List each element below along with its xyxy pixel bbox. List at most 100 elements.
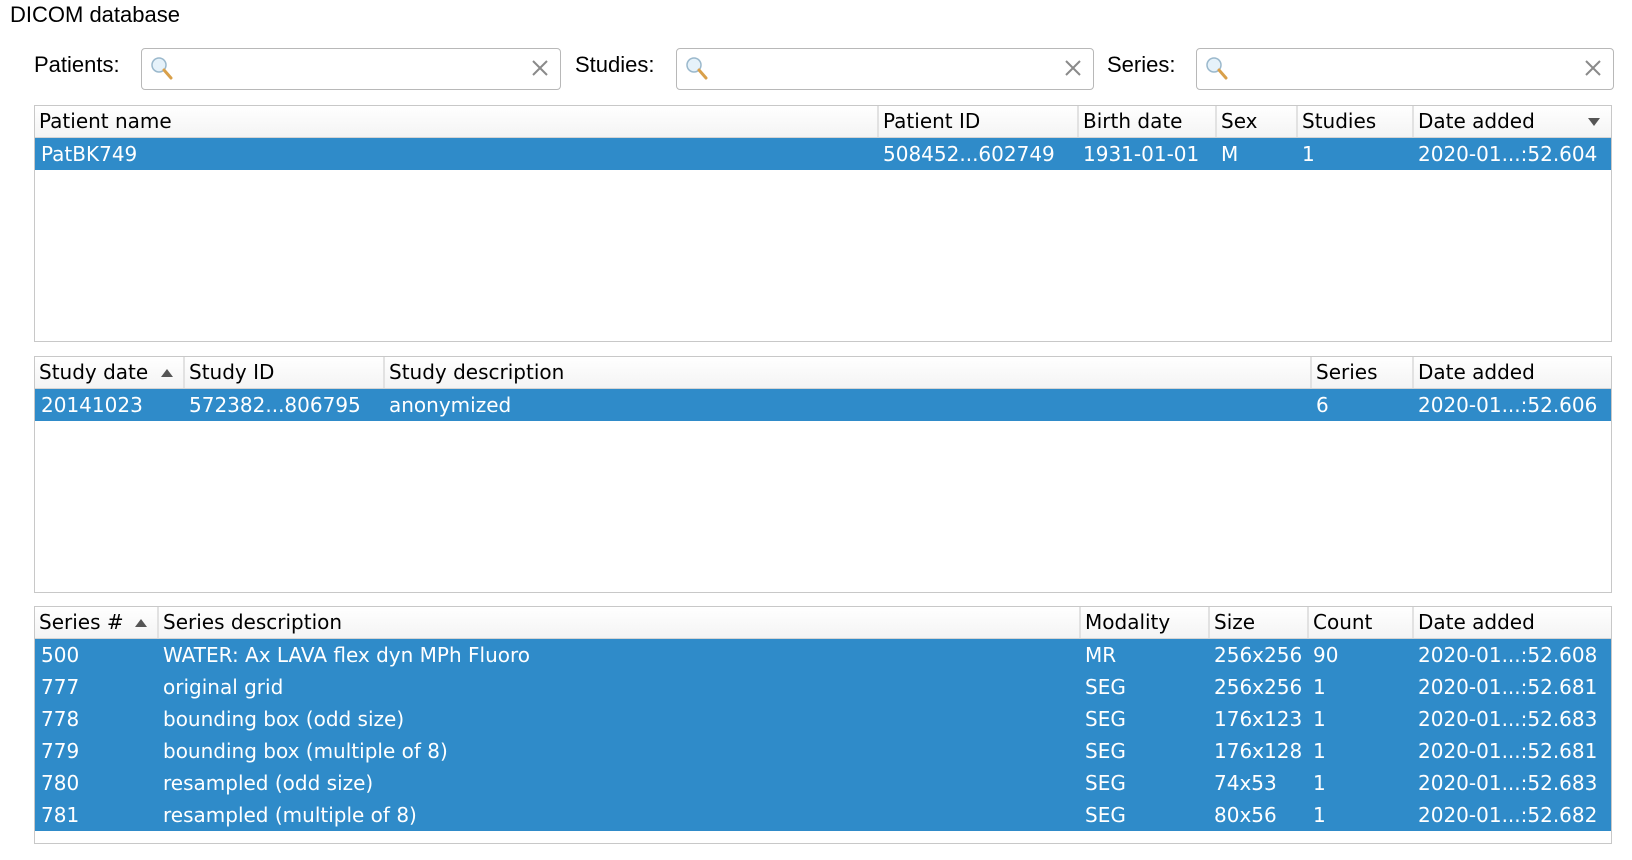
column-header-label: Date added (1418, 109, 1535, 133)
table-row[interactable]: 779 bounding box (multiple of 8) SEG 176x12… (35, 735, 1611, 767)
table-cell: 500 (41, 643, 80, 667)
table-cell: 2020-01...:52.681 (1418, 675, 1598, 699)
table-cell: 176x128 (1214, 739, 1303, 763)
column-header[interactable]: Modality (1079, 607, 1208, 638)
column-header-label: Modality (1085, 610, 1171, 634)
column-header-label: Study date (39, 360, 149, 384)
table-cell: 1 (1313, 803, 1326, 827)
table-cell: resampled (odd size) (163, 771, 374, 795)
patients-table-header: Patient name Patient ID Birth date Sex Studi… (35, 106, 1611, 139)
column-header[interactable]: Birth date (1077, 106, 1215, 137)
series-search-field[interactable] (1196, 48, 1614, 90)
column-header-label: Date added (1418, 610, 1535, 634)
table-row[interactable]: 780 resampled (odd size) SEG 74x53 1 2020-01.… (35, 767, 1611, 799)
column-header[interactable]: Date added (1412, 607, 1610, 638)
table-cell: SEG (1085, 803, 1126, 827)
table-cell: 20141023 (41, 393, 143, 417)
column-header-label: Patient name (39, 109, 172, 133)
patients-table[interactable]: Patient name Patient ID Birth date Sex Studi… (34, 105, 1612, 342)
table-cell: bounding box (multiple of 8) (163, 739, 448, 763)
column-header[interactable]: Series description (157, 607, 1079, 638)
clear-icon[interactable] (530, 58, 550, 78)
column-header[interactable]: Sex (1215, 106, 1296, 137)
column-header[interactable]: Study ID (183, 357, 383, 388)
patients-search-field[interactable] (141, 48, 561, 90)
table-cell: anonymized (389, 393, 512, 417)
studies-search-field[interactable] (676, 48, 1094, 90)
table-cell: 1931-01-01 (1083, 142, 1200, 166)
table-cell: SEG (1085, 675, 1126, 699)
column-header[interactable]: Size (1208, 607, 1307, 638)
sort-ascending-icon (135, 619, 147, 627)
column-header[interactable]: Study description (383, 357, 1310, 388)
table-cell: 778 (41, 707, 80, 731)
studies-table-header: Study date Study ID Study description Serie… (35, 357, 1611, 390)
table-cell: 572382...806795 (189, 393, 361, 417)
table-cell: 1 (1313, 771, 1326, 795)
table-row[interactable]: 778 bounding box (odd size) SEG 176x123 1 202… (35, 703, 1611, 735)
table-cell: 80x56 (1214, 803, 1277, 827)
table-cell: 781 (41, 803, 80, 827)
patients-filter-label: Patients: (34, 52, 120, 77)
table-cell: 780 (41, 771, 80, 795)
table-cell: 777 (41, 675, 80, 699)
table-cell: SEG (1085, 739, 1126, 763)
column-header[interactable]: Patient name (35, 106, 877, 137)
column-header-label: Date added (1418, 360, 1535, 384)
table-cell: 2020-01...:52.681 (1418, 739, 1598, 763)
table-cell: 90 (1313, 643, 1339, 667)
series-search-input[interactable] (1235, 55, 1577, 85)
table-cell: 1 (1313, 675, 1326, 699)
column-header-label: Birth date (1083, 109, 1183, 133)
column-header[interactable]: Series (1310, 357, 1412, 388)
table-cell: 2020-01...:52.683 (1418, 707, 1598, 731)
search-icon (151, 57, 173, 80)
table-cell: M (1221, 142, 1239, 166)
table-row[interactable]: 777 original grid SEG 256x256 1 2020-01...:52… (35, 671, 1611, 703)
table-cell: 1 (1313, 707, 1326, 731)
column-header[interactable]: Study date (35, 357, 183, 388)
column-header-label: Studies (1302, 109, 1377, 133)
column-header[interactable]: Studies (1296, 106, 1412, 137)
table-cell: 779 (41, 739, 80, 763)
table-cell: 176x123 (1214, 707, 1303, 731)
studies-table[interactable]: Study date Study ID Study description Serie… (34, 356, 1612, 593)
patients-search-input[interactable] (180, 55, 524, 85)
search-icon (686, 57, 708, 80)
table-row[interactable]: 500 WATER: Ax LAVA flex dyn MPh Fluoro MR 2… (35, 639, 1611, 671)
column-header[interactable]: Count (1307, 607, 1412, 638)
table-cell: 1 (1302, 142, 1315, 166)
table-cell: resampled (multiple of 8) (163, 803, 417, 827)
series-table[interactable]: Series # Series description Modality Size Co… (34, 606, 1612, 844)
column-header-label: Patient ID (883, 109, 981, 133)
table-cell: 6 (1316, 393, 1329, 417)
column-header[interactable]: Series # (35, 607, 157, 638)
table-cell: SEG (1085, 707, 1126, 731)
column-header[interactable]: Date added (1412, 106, 1610, 137)
table-cell: 1 (1313, 739, 1326, 763)
column-header-label: Sex (1221, 109, 1258, 133)
studies-search-input[interactable] (715, 55, 1057, 85)
table-cell: SEG (1085, 771, 1126, 795)
table-row[interactable]: 781 resampled (multiple of 8) SEG 80x56 1 202… (35, 799, 1611, 831)
table-cell: 74x53 (1214, 771, 1277, 795)
search-icon (1206, 57, 1228, 80)
table-cell: 2020-01...:52.608 (1418, 643, 1598, 667)
table-cell: 2020-01...:52.606 (1418, 393, 1598, 417)
clear-icon[interactable] (1063, 58, 1083, 78)
column-header[interactable]: Date added (1412, 357, 1610, 388)
clear-icon[interactable] (1583, 58, 1603, 78)
column-header-label: Study ID (189, 360, 275, 384)
window-title: DICOM database (10, 2, 180, 27)
table-cell: 256x256 (1214, 675, 1303, 699)
sort-descending-icon (1588, 118, 1600, 126)
table-cell: 256x256 (1214, 643, 1303, 667)
column-header-label: Series (1316, 360, 1378, 384)
column-header-label: Series description (163, 610, 343, 634)
column-header-label: Study description (389, 360, 565, 384)
table-cell: 2020-01...:52.682 (1418, 803, 1598, 827)
table-row[interactable]: PatBK749 508452...602749 1931-01-01 M 1 2020-… (35, 138, 1611, 170)
column-header[interactable]: Patient ID (877, 106, 1077, 137)
table-cell: PatBK749 (41, 142, 138, 166)
table-row[interactable]: 20141023 572382...806795 anonymized 6 2020-0… (35, 389, 1611, 421)
